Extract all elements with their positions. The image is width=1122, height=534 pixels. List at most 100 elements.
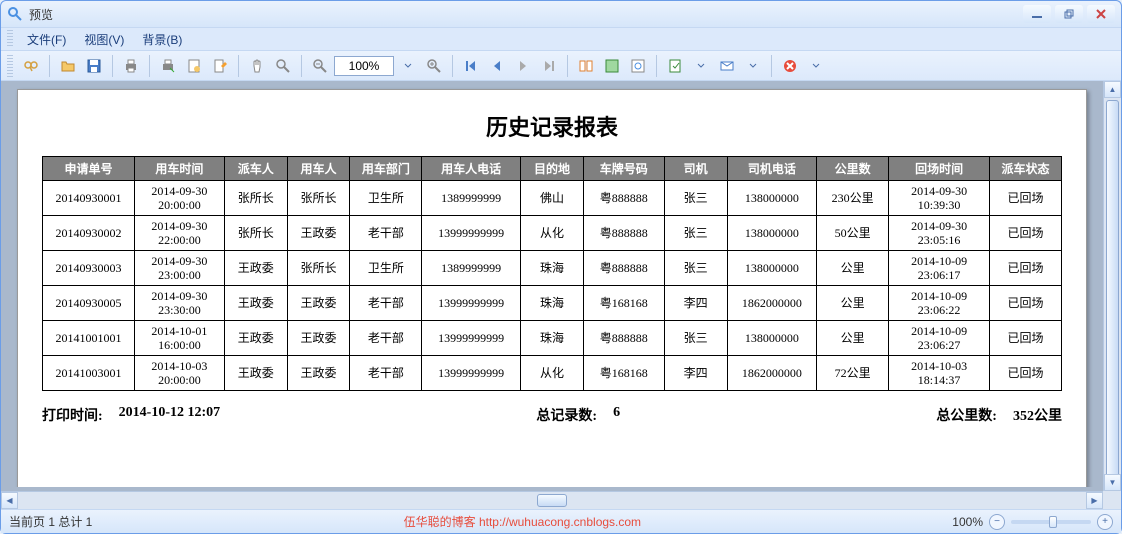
report-table: 申请单号用车时间派车人用车人用车部门用车人电话目的地车牌号码司机司机电话公里数回… [42, 156, 1062, 391]
table-cell: 公里 [817, 321, 889, 356]
total-records-value: 6 [613, 405, 620, 425]
toolbar-grip [7, 55, 13, 77]
table-cell: 李四 [664, 356, 727, 391]
column-header: 用车人 [287, 157, 350, 181]
export-dropdown-icon[interactable] [689, 54, 713, 78]
table-cell: 李四 [664, 286, 727, 321]
restore-button[interactable] [1055, 5, 1083, 23]
zoom-in-icon[interactable] [422, 54, 446, 78]
zoom-input[interactable] [334, 56, 394, 76]
first-page-icon[interactable] [459, 54, 483, 78]
table-cell: 张三 [664, 321, 727, 356]
table-cell: 2014-09-30 20:00:00 [135, 181, 225, 216]
horizontal-scrollbar[interactable]: ◀ ▶ [1, 491, 1103, 509]
page-setup-icon[interactable] [182, 54, 206, 78]
table-cell: 王政委 [224, 251, 287, 286]
table-row: 201409300032014-09-30 23:00:00王政委张所长卫生所1… [43, 251, 1062, 286]
table-cell: 已回场 [990, 321, 1062, 356]
table-cell: 粤168168 [583, 286, 664, 321]
table-cell: 珠海 [521, 251, 584, 286]
table-cell: 2014-10-03 20:00:00 [135, 356, 225, 391]
hand-tool-icon[interactable] [245, 54, 269, 78]
column-header: 公里数 [817, 157, 889, 181]
table-cell: 1389999999 [422, 251, 521, 286]
total-km-value: 352公里 [1013, 405, 1062, 425]
table-cell: 已回场 [990, 216, 1062, 251]
table-cell: 20141001001 [43, 321, 135, 356]
table-cell: 王政委 [287, 356, 350, 391]
watermark-text: 伍华聪的博客 http://wuhuacong.cnblogs.com [92, 513, 952, 530]
table-cell: 张三 [664, 216, 727, 251]
table-cell: 粤888888 [583, 181, 664, 216]
prev-page-icon[interactable] [485, 54, 509, 78]
scroll-up-icon[interactable]: ▲ [1104, 81, 1121, 98]
app-icon [7, 6, 23, 22]
column-header: 目的地 [521, 157, 584, 181]
magnifier-icon[interactable] [271, 54, 295, 78]
table-row: 201409300022014-09-30 22:00:00张所长王政委老干部1… [43, 216, 1062, 251]
scroll-left-icon[interactable]: ◀ [1, 492, 18, 509]
print-quick-icon[interactable] [156, 54, 180, 78]
table-row: 201410010012014-10-01 16:00:00王政委王政委老干部1… [43, 321, 1062, 356]
next-page-icon[interactable] [511, 54, 535, 78]
minimize-button[interactable] [1023, 5, 1051, 23]
multipage-icon[interactable] [574, 54, 598, 78]
statusbar: 当前页 1 总计 1 伍华聪的博客 http://wuhuacong.cnblo… [1, 509, 1121, 533]
menu-view[interactable]: 视图(V) [76, 29, 132, 50]
open-icon[interactable] [56, 54, 80, 78]
column-header: 司机 [664, 157, 727, 181]
table-cell: 公里 [817, 286, 889, 321]
vertical-scroll-thumb[interactable] [1106, 100, 1119, 480]
table-cell: 13999999999 [422, 356, 521, 391]
zoom-slider[interactable] [1011, 520, 1091, 524]
horizontal-scroll-thumb[interactable] [537, 494, 567, 507]
table-cell: 1862000000 [727, 286, 817, 321]
scroll-down-icon[interactable]: ▼ [1104, 474, 1121, 491]
email-dropdown-icon[interactable] [741, 54, 765, 78]
email-icon[interactable] [715, 54, 739, 78]
table-cell: 张所长 [224, 181, 287, 216]
vertical-scrollbar[interactable]: ▲ ▼ [1103, 81, 1121, 491]
scroll-container[interactable]: 历史记录报表 申请单号用车时间派车人用车人用车部门用车人电话目的地车牌号码司机司… [5, 85, 1099, 487]
table-cell: 珠海 [521, 286, 584, 321]
zoom-out-icon[interactable] [308, 54, 332, 78]
table-cell: 已回场 [990, 286, 1062, 321]
table-cell: 张所长 [287, 181, 350, 216]
save-icon[interactable] [82, 54, 106, 78]
close-dropdown-icon[interactable] [804, 54, 828, 78]
window-title: 预览 [29, 6, 1023, 23]
watermark-icon[interactable] [626, 54, 650, 78]
menubar: 文件(F) 视图(V) 背景(B) [1, 27, 1121, 51]
table-cell: 20140930005 [43, 286, 135, 321]
report-title: 历史记录报表 [42, 110, 1062, 142]
close-preview-icon[interactable] [778, 54, 802, 78]
column-header: 用车部门 [350, 157, 422, 181]
print-time-value: 2014-10-12 12:07 [119, 405, 221, 425]
table-cell: 2014-10-09 23:06:27 [889, 321, 990, 356]
print-icon[interactable] [119, 54, 143, 78]
zoom-out-button[interactable]: − [989, 514, 1005, 530]
export-doc-icon[interactable] [663, 54, 687, 78]
edit-page-icon[interactable] [208, 54, 232, 78]
close-button[interactable] [1087, 5, 1115, 23]
table-cell: 卫生所 [350, 181, 422, 216]
table-cell: 佛山 [521, 181, 584, 216]
table-cell: 已回场 [990, 356, 1062, 391]
column-header: 申请单号 [43, 157, 135, 181]
table-cell: 1389999999 [422, 181, 521, 216]
search-icon[interactable] [19, 54, 43, 78]
table-cell: 138000000 [727, 181, 817, 216]
background-color-icon[interactable] [600, 54, 624, 78]
last-page-icon[interactable] [537, 54, 561, 78]
zoom-slider-thumb[interactable] [1049, 516, 1057, 528]
table-cell: 2014-09-30 22:00:00 [135, 216, 225, 251]
menu-file[interactable]: 文件(F) [19, 29, 74, 50]
table-cell: 老干部 [350, 356, 422, 391]
scroll-right-icon[interactable]: ▶ [1086, 492, 1103, 509]
table-cell: 从化 [521, 356, 584, 391]
menu-background[interactable]: 背景(B) [134, 29, 190, 50]
zoom-dropdown-icon[interactable] [396, 54, 420, 78]
toolbar [1, 51, 1121, 81]
zoom-in-button[interactable]: + [1097, 514, 1113, 530]
table-cell: 粤168168 [583, 356, 664, 391]
